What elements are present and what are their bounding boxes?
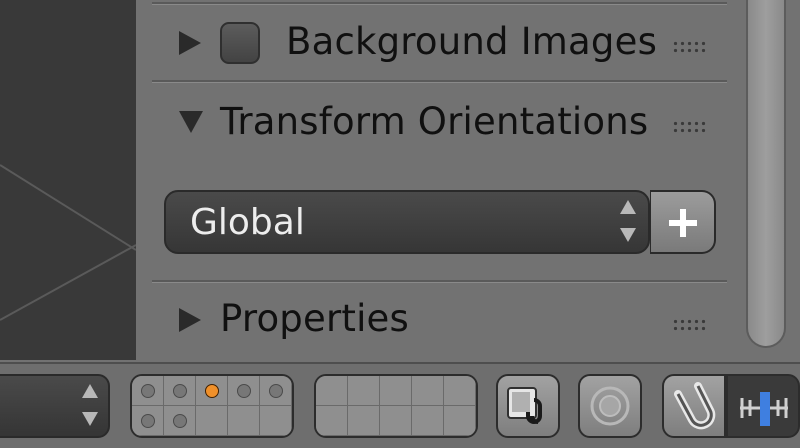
active-layer-icon [204, 383, 219, 398]
layers-group-1[interactable] [130, 374, 294, 438]
layer-button[interactable] [164, 406, 196, 436]
layer-button[interactable] [132, 406, 164, 436]
expand-arrow-icon[interactable] [179, 31, 201, 55]
drag-grip-icon[interactable] [672, 318, 706, 332]
layer-button[interactable] [380, 376, 412, 406]
layer-button[interactable] [412, 376, 444, 406]
snap-magnet-icon [674, 382, 716, 430]
drag-grip-icon[interactable] [672, 120, 706, 134]
proportional-edit-button[interactable] [578, 374, 642, 438]
divider [152, 2, 727, 5]
orientation-select[interactable]: Global [164, 190, 650, 254]
layer-button[interactable] [196, 406, 228, 436]
lock-scene-layers-button[interactable] [496, 374, 560, 438]
layer-button[interactable] [316, 376, 348, 406]
layer-button[interactable] [132, 376, 164, 406]
expand-arrow-icon[interactable] [179, 308, 201, 332]
layer-content-icon [140, 413, 155, 428]
updown-arrows-icon [620, 200, 636, 244]
section-title-transform-orientations: Transform Orientations [220, 100, 649, 143]
viewport-grid-lines [0, 164, 136, 321]
layer-content-icon [172, 383, 187, 398]
manipulator-icon [507, 387, 542, 424]
layer-button[interactable] [444, 406, 476, 436]
layer-content-icon [268, 383, 283, 398]
section-title-background-images: Background Images [286, 20, 658, 63]
layer-button[interactable] [228, 406, 260, 436]
section-title-properties: Properties [220, 297, 409, 340]
mode-select[interactable] [0, 374, 110, 438]
proportional-edit-icon [590, 386, 630, 426]
layer-content-icon [172, 413, 187, 428]
snap-toggle-button[interactable] [662, 374, 726, 438]
divider [152, 80, 727, 83]
background-images-checkbox[interactable] [220, 22, 260, 64]
divider [152, 280, 727, 283]
view-header-bar [0, 362, 800, 448]
layer-button[interactable] [348, 406, 380, 436]
layer-button[interactable] [444, 376, 476, 406]
snap-element-icon [740, 392, 788, 426]
snap-element-button[interactable] [726, 374, 800, 438]
layers-group-2[interactable] [314, 374, 478, 438]
panel-scrollbar[interactable] [746, 0, 786, 348]
layer-content-icon [140, 383, 155, 398]
layer-content-icon [236, 383, 251, 398]
collapse-arrow-icon[interactable] [179, 111, 203, 133]
add-orientation-button[interactable] [650, 190, 716, 254]
layer-button[interactable] [260, 376, 292, 406]
layer-button[interactable] [316, 406, 348, 436]
layer-button[interactable] [380, 406, 412, 436]
layer-button[interactable] [412, 406, 444, 436]
properties-panel: Background Images Transform Orientations… [136, 0, 800, 362]
layer-button[interactable] [260, 406, 292, 436]
layer-button[interactable] [164, 376, 196, 406]
layer-button[interactable] [196, 376, 228, 406]
layer-button[interactable] [228, 376, 260, 406]
orientation-select-value: Global [190, 202, 305, 243]
3d-viewport[interactable] [0, 0, 136, 360]
updown-arrows-icon [82, 384, 98, 428]
layer-button[interactable] [348, 376, 380, 406]
drag-grip-icon[interactable] [672, 40, 706, 54]
